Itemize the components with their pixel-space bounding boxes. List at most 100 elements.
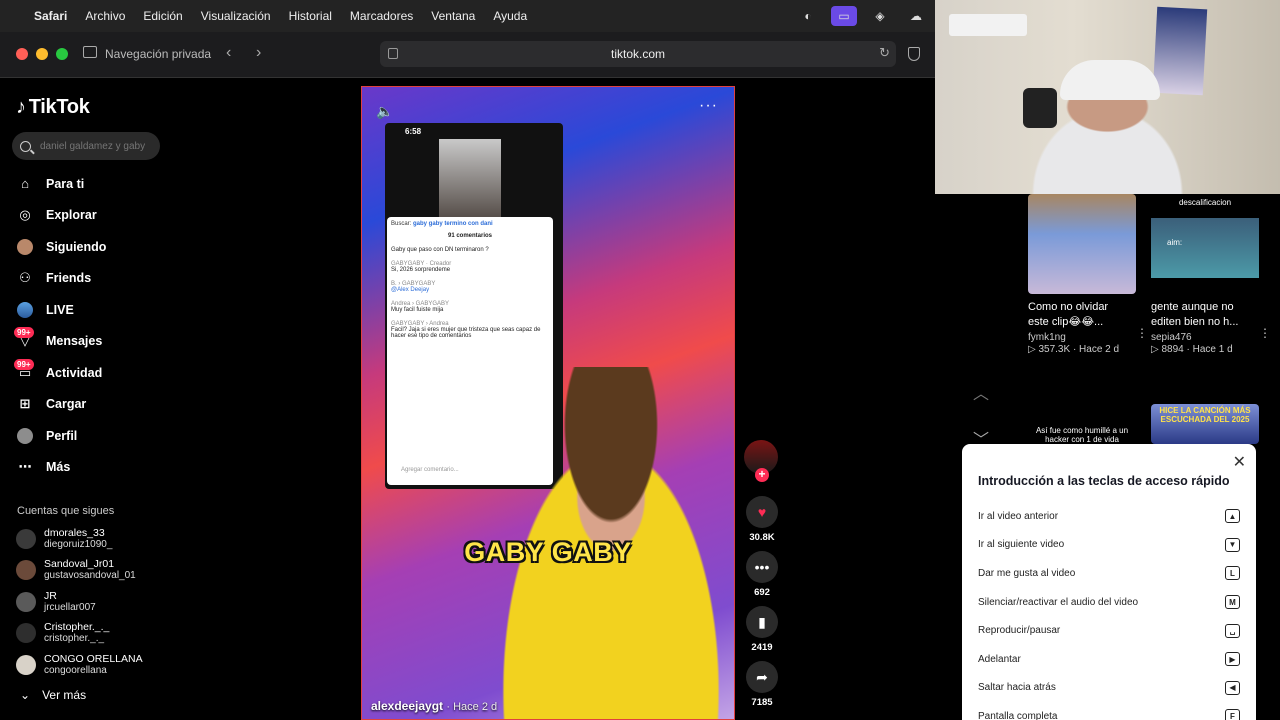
video-more-options-icon[interactable]: ··· [699, 97, 718, 115]
sidebar-item-live[interactable]: LIVE [16, 294, 106, 326]
share-button[interactable]: ➦ 7185 [744, 661, 780, 708]
tiktok-note-icon: ♪ [16, 96, 26, 118]
forward-arrow-icon[interactable]: › [256, 44, 261, 62]
reload-icon[interactable]: ↻ [879, 45, 890, 61]
volume-icon[interactable]: 🔈 [376, 103, 393, 120]
screen-share-icon[interactable]: ▭ [831, 6, 857, 26]
list-item[interactable]: dmorales_33 diegoruiz1090_ [16, 523, 143, 555]
activity-icon: ▭ 99+ [14, 358, 34, 382]
likes-count: 30.8K [749, 532, 775, 543]
list-item[interactable]: Sandoval_Jr01 gustavosandoval_01 [16, 555, 143, 587]
sidebar-item-actividad[interactable]: ▭ 99+ Actividad [14, 357, 106, 389]
bookmark-icon[interactable]: ▮ [746, 606, 778, 638]
video-thumbnail[interactable]: HICE LA CANCIÓN MÁS ESCUCHADA DEL 2025 [1151, 404, 1259, 444]
sidebar-item-mas[interactable]: ⋯ Más [16, 452, 106, 484]
menu-historial[interactable]: Historial [289, 9, 332, 23]
cloud-icon[interactable]: ☁ [903, 6, 929, 26]
video-actions: + ♥ 30.8K ••• 692 ▮ 2419 ➦ 7185 [744, 440, 780, 716]
sidebar-item-perfil[interactable]: Perfil [16, 420, 106, 452]
menu-ventana[interactable]: Ventana [431, 9, 475, 23]
messages-icon: ▽ 99+ [14, 327, 34, 350]
video-thumbnail[interactable]: Así fue como humillé a un hacker con 1 d… [1028, 404, 1136, 444]
menu-marcadores[interactable]: Marcadores [350, 9, 413, 23]
url-text[interactable]: tiktok.com [380, 47, 896, 61]
card-title[interactable]: Como no olvidar este clip😂😂... [1028, 300, 1124, 330]
like-button[interactable]: ♥ 30.8K [744, 496, 780, 543]
comments-count: 91 comentarios [447, 233, 493, 239]
close-icon[interactable]: ✕ [1233, 452, 1246, 472]
card-more-icon[interactable]: ⋮ [1259, 326, 1271, 340]
menu-visualizacion[interactable]: Visualización [201, 9, 271, 23]
recommended-video-card[interactable]: Como no olvidar este clip😂😂... ⋮ fymk1ng… [1028, 194, 1148, 355]
video-author[interactable]: alexdeejaygt · Hace 2 d [371, 699, 497, 713]
search-icon[interactable] [20, 140, 31, 152]
safari-toolbar: Navegación privada ‹ › tiktok.com ↻ [0, 32, 935, 78]
vpn-icon[interactable]: ◈ [867, 6, 893, 26]
private-browsing-label: Navegación privada [105, 47, 212, 61]
share-icon[interactable]: ➦ [746, 661, 778, 693]
card-username[interactable]: sepia476 [1151, 332, 1259, 343]
comment: Andrea › GABYGABY Muy facil fuiste mija [391, 301, 549, 313]
sidebar-item-para-ti[interactable]: ⌂ Para ti [16, 168, 106, 200]
sidebar-item-mensajes[interactable]: ▽ 99+ Mensajes [14, 326, 106, 358]
comment: GABYGABY · Creador Si, 2026 sorprendeme [391, 261, 549, 273]
menu-archivo[interactable]: Archivo [85, 9, 125, 23]
recommended-video-card[interactable]: Así fue como humillé a un hacker con 1 d… [1028, 404, 1136, 444]
activity-badge: 99+ [14, 358, 34, 370]
shortcut-row: Adelantar ▶ [978, 645, 1240, 674]
shortcut-label: Saltar hacia atrás [978, 682, 1056, 694]
save-button[interactable]: ▮ 2419 [744, 606, 780, 653]
comment-button[interactable]: ••• 692 [744, 551, 780, 598]
sidebar-item-cargar[interactable]: ⊞ Cargar [16, 389, 106, 421]
heart-icon[interactable]: ♥ [746, 496, 778, 528]
sidebar-item-label: Mensajes [46, 334, 103, 349]
follow-plus-icon[interactable]: + [755, 468, 769, 482]
recommended-video-card[interactable]: HICE LA CANCIÓN MÁS ESCUCHADA DEL 2025 [1151, 404, 1259, 444]
account-username: diegoruiz1090_ [44, 538, 113, 550]
video-thumbnail[interactable]: descalificacion aim: [1151, 194, 1259, 294]
comment: GABYGABY › Andrea Facil? Jaja si eres muj… [391, 321, 549, 339]
previous-video-chevron-icon[interactable]: ︿ [963, 380, 999, 408]
m-key-icon: M [1225, 595, 1240, 610]
search-input[interactable] [40, 140, 155, 152]
close-window-button[interactable] [16, 48, 28, 60]
card-more-icon[interactable]: ⋮ [1136, 326, 1148, 340]
avatar [16, 528, 36, 549]
minimize-window-button[interactable] [36, 48, 48, 60]
comment-icon[interactable]: ••• [746, 551, 778, 583]
sidebar-item-label: Explorar [46, 208, 97, 223]
card-username[interactable]: fymk1ng [1028, 332, 1136, 343]
sidebar-toggle-icon[interactable] [83, 46, 97, 58]
video-thumbnail[interactable] [1028, 194, 1136, 294]
avatar [16, 591, 36, 612]
comment-text: Facil? Jaja si eres mujer que tristeza q… [391, 327, 541, 339]
list-item[interactable]: CONGO ORELLANA congoorellana [16, 649, 143, 681]
list-item[interactable]: Cristopher._._ cristopher._._ [16, 618, 143, 650]
card-title[interactable]: gente aunque no editen bien no h... [1151, 300, 1247, 330]
more-dots-icon: ⋯ [18, 459, 32, 475]
space-key-icon: ␣ [1225, 623, 1240, 638]
sidebar-item-friends[interactable]: ⚇ Friends [16, 263, 106, 295]
zoom-window-button[interactable] [56, 48, 68, 60]
tiktok-logo[interactable]: ♪ TikTok [16, 96, 90, 119]
sidebar-item-label: Siguiendo [46, 239, 107, 254]
list-item[interactable]: JR jrcuellar007 [16, 586, 143, 618]
sidebar-item-label: Para ti [46, 176, 85, 191]
menu-edicion[interactable]: Edición [143, 9, 182, 23]
recommended-video-card[interactable]: descalificacion aim: gente aunque no edi… [1151, 194, 1271, 355]
video-player[interactable]: 🔈 ··· 6:58 Buscar: gaby gaby termino con… [361, 86, 735, 720]
arrow-up-key-icon: ▲ [1225, 509, 1240, 524]
sidebar-item-siguiendo[interactable]: Siguiendo [16, 231, 106, 263]
menu-app-name[interactable]: Safari [34, 9, 67, 23]
avatar [16, 654, 36, 675]
see-more-button[interactable]: ⌄ Ver más [20, 688, 86, 702]
search-bar[interactable] [12, 132, 160, 160]
privacy-shield-icon[interactable] [908, 47, 920, 61]
creator-avatar[interactable]: + [744, 440, 778, 482]
menu-ayuda[interactable]: Ayuda [493, 9, 527, 23]
back-arrow-icon[interactable]: ‹ [226, 44, 231, 62]
author-name[interactable]: alexdeejaygt [371, 699, 443, 713]
address-bar[interactable]: tiktok.com ↻ [380, 41, 896, 67]
status-app-icon[interactable]: ◐ [795, 6, 821, 26]
sidebar-item-explorar[interactable]: ◎ Explorar [16, 200, 106, 232]
